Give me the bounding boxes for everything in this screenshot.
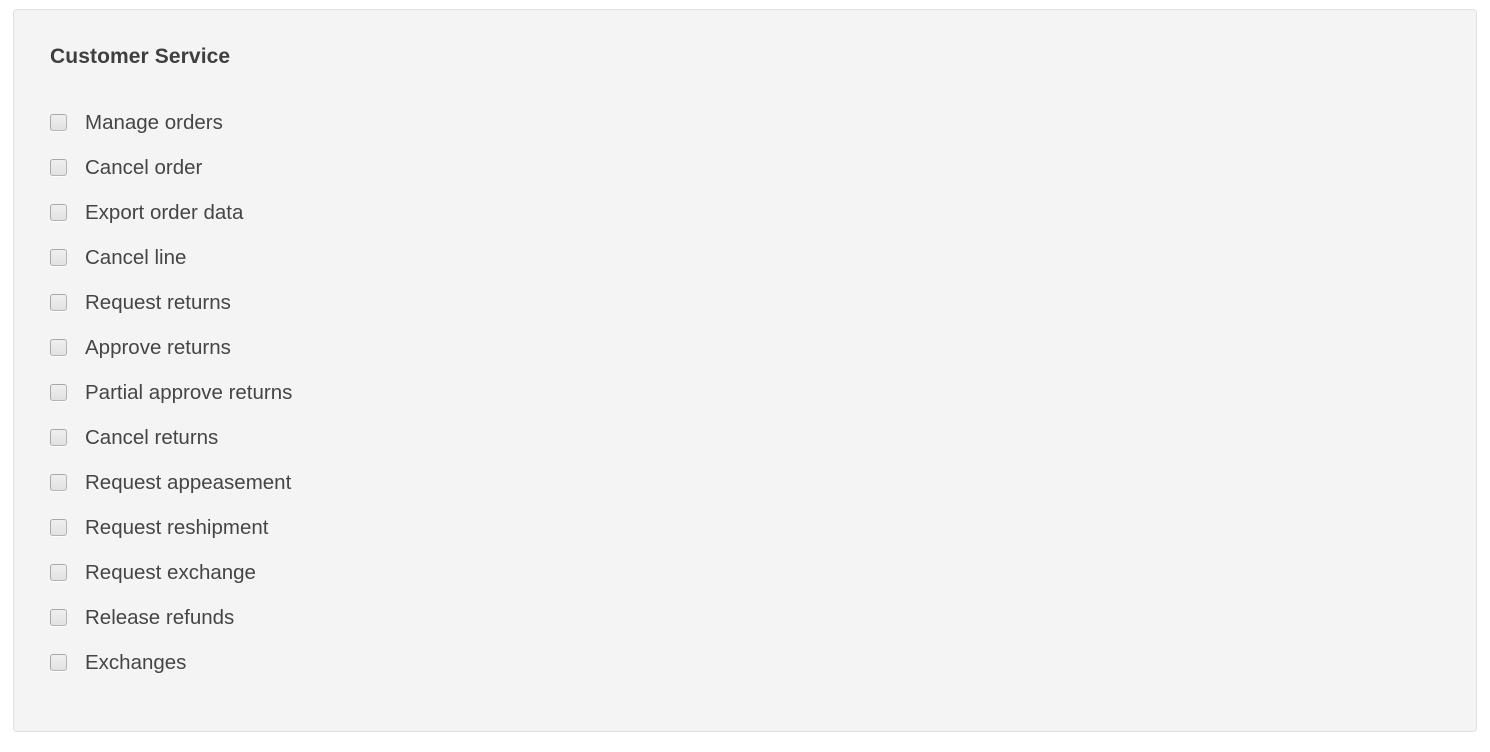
permission-list: Manage orders Cancel order Export order da… — [50, 100, 1446, 685]
permission-row[interactable]: Request appeasement — [50, 460, 1446, 505]
permission-label: Request exchange — [85, 560, 256, 584]
permission-row[interactable]: Exchanges — [50, 640, 1446, 685]
permission-row[interactable]: Partial approve returns — [50, 370, 1446, 415]
checkbox-unchecked-icon[interactable] — [50, 429, 67, 446]
customer-service-panel: Customer Service Manage orders Cancel ord… — [13, 9, 1477, 732]
permission-label: Release refunds — [85, 605, 235, 629]
checkbox-unchecked-icon[interactable] — [50, 564, 67, 581]
checkbox-unchecked-icon[interactable] — [50, 339, 67, 356]
checkbox-unchecked-icon[interactable] — [50, 519, 67, 536]
permission-row[interactable]: Cancel order — [50, 145, 1446, 190]
permission-row[interactable]: Export order data — [50, 190, 1446, 235]
permission-label: Request appeasement — [85, 470, 292, 494]
permission-label: Request reshipment — [85, 515, 269, 539]
permission-label: Cancel order — [85, 155, 203, 179]
permission-label: Approve returns — [85, 335, 231, 359]
checkbox-unchecked-icon[interactable] — [50, 159, 67, 176]
panel-title: Customer Service — [50, 45, 231, 68]
permission-label: Export order data — [85, 200, 244, 224]
checkbox-unchecked-icon[interactable] — [50, 204, 67, 221]
permission-label: Request returns — [85, 290, 231, 314]
permission-label: Cancel returns — [85, 425, 219, 449]
checkbox-unchecked-icon[interactable] — [50, 654, 67, 671]
permission-row[interactable]: Request reshipment — [50, 505, 1446, 550]
permission-label: Manage orders — [85, 110, 223, 134]
permission-label: Cancel line — [85, 245, 187, 269]
checkbox-unchecked-icon[interactable] — [50, 114, 67, 131]
checkbox-unchecked-icon[interactable] — [50, 294, 67, 311]
permission-row[interactable]: Manage orders — [50, 100, 1446, 145]
permission-row[interactable]: Approve returns — [50, 325, 1446, 370]
checkbox-unchecked-icon[interactable] — [50, 249, 67, 266]
permission-row[interactable]: Request returns — [50, 280, 1446, 325]
checkbox-unchecked-icon[interactable] — [50, 474, 67, 491]
permission-row[interactable]: Cancel line — [50, 235, 1446, 280]
permission-row[interactable]: Release refunds — [50, 595, 1446, 640]
checkbox-unchecked-icon[interactable] — [50, 384, 67, 401]
permission-row[interactable]: Cancel returns — [50, 415, 1446, 460]
permission-row[interactable]: Request exchange — [50, 550, 1446, 595]
checkbox-unchecked-icon[interactable] — [50, 609, 67, 626]
permission-label: Partial approve returns — [85, 380, 293, 404]
app-root: Customer Service Manage orders Cancel ord… — [0, 0, 1490, 752]
permission-label: Exchanges — [85, 650, 187, 674]
